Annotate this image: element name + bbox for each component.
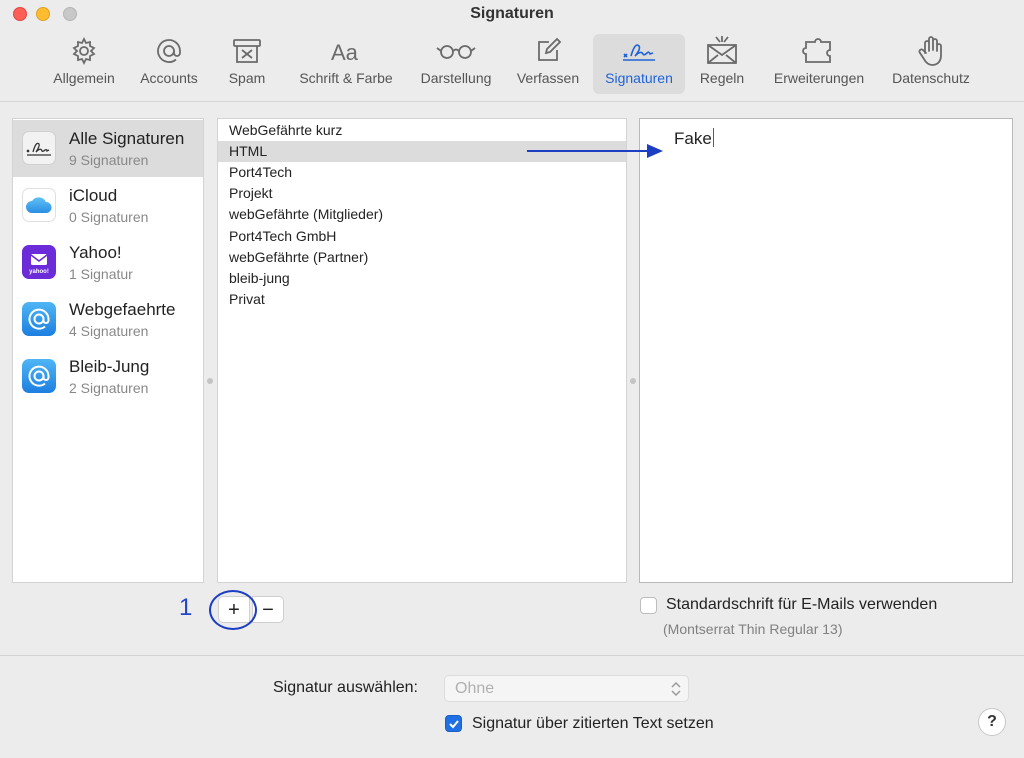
signature-icon bbox=[22, 131, 56, 165]
signature-icon bbox=[619, 34, 659, 68]
account-name: Bleib-Jung bbox=[69, 357, 150, 376]
gear-icon bbox=[69, 34, 99, 68]
standard-font-checkbox[interactable] bbox=[640, 597, 657, 614]
annotation-arrow bbox=[527, 144, 663, 158]
rules-envelope-icon bbox=[705, 34, 739, 68]
standard-font-label: Standardschrift für E-Mails verwenden bbox=[666, 596, 938, 613]
tab-label: Accounts bbox=[140, 70, 198, 86]
tab-label: Darstellung bbox=[420, 70, 492, 86]
splitter-handle[interactable] bbox=[630, 378, 636, 384]
text-caret bbox=[712, 128, 714, 147]
signature-row[interactable]: Port4Tech GmbH bbox=[218, 226, 626, 247]
signature-row[interactable]: Projekt bbox=[218, 183, 626, 204]
signatures-list: WebGefährte kurz HTML Port4Tech Projekt … bbox=[217, 118, 627, 583]
accounts-list: Alle Signaturen 9 Signaturen iCloud 0 Si… bbox=[12, 118, 204, 583]
checkmark-icon bbox=[448, 719, 459, 728]
svg-text:yahoo!: yahoo! bbox=[29, 269, 49, 275]
account-signature-count: 1 Signatur bbox=[69, 266, 133, 282]
account-row-alle-signaturen[interactable]: Alle Signaturen 9 Signaturen bbox=[13, 120, 203, 177]
yahoo-mail-icon: yahoo! bbox=[22, 245, 56, 279]
help-button[interactable]: ? bbox=[978, 708, 1006, 736]
at-sign-icon bbox=[154, 34, 184, 68]
account-row-bleib-jung[interactable]: Bleib-Jung 2 Signaturen bbox=[13, 348, 203, 405]
junk-tray-icon bbox=[231, 34, 263, 68]
tab-signaturen[interactable]: Signaturen bbox=[593, 34, 685, 94]
preview-content[interactable]: Fake bbox=[674, 128, 714, 149]
account-row-icloud[interactable]: iCloud 0 Signaturen bbox=[13, 177, 203, 234]
font-aa-icon: Aa bbox=[328, 34, 364, 68]
icloud-icon bbox=[22, 188, 56, 222]
tab-label: Erweiterungen bbox=[773, 70, 865, 86]
splitter-handle[interactable] bbox=[207, 378, 213, 384]
account-name: Alle Signaturen bbox=[69, 129, 185, 148]
select-signature-value: Ohne bbox=[455, 680, 495, 697]
at-mail-icon bbox=[22, 359, 56, 393]
signature-preview[interactable]: Fake bbox=[639, 118, 1013, 583]
account-signature-count: 2 Signaturen bbox=[69, 380, 149, 396]
glasses-icon bbox=[435, 34, 477, 68]
tab-label: Allgemein bbox=[53, 70, 115, 86]
account-row-yahoo[interactable]: yahoo! Yahoo! 1 Signatur bbox=[13, 234, 203, 291]
tab-erweiterungen[interactable]: Erweiterungen bbox=[764, 34, 874, 94]
quote-signature-checkbox[interactable] bbox=[445, 715, 462, 732]
account-name: Webgefaehrte bbox=[69, 300, 176, 319]
annotation-circle bbox=[209, 590, 257, 630]
tab-spam[interactable]: Spam bbox=[222, 34, 272, 94]
account-signature-count: 0 Signaturen bbox=[69, 209, 149, 225]
tab-label: Regeln bbox=[699, 70, 745, 86]
select-signature-dropdown[interactable]: Ohne bbox=[444, 675, 689, 702]
tab-verfassen[interactable]: Verfassen bbox=[510, 34, 586, 94]
tab-darstellung[interactable]: Darstellung bbox=[414, 34, 498, 94]
window-title: Signaturen bbox=[470, 5, 554, 22]
account-name: iCloud bbox=[69, 186, 118, 205]
account-signature-count: 9 Signaturen bbox=[69, 152, 149, 168]
account-name: Yahoo! bbox=[69, 243, 122, 262]
account-row-webgefaehrte[interactable]: Webgefaehrte 4 Signaturen bbox=[13, 291, 203, 348]
tab-allgemein[interactable]: Allgemein bbox=[48, 34, 120, 94]
hand-icon bbox=[916, 34, 946, 68]
tab-label: Spam bbox=[228, 70, 266, 86]
tab-schrift-farbe[interactable]: Aa Schrift & Farbe bbox=[290, 34, 402, 94]
chevron-up-down-icon bbox=[671, 681, 681, 697]
signature-row[interactable]: Privat bbox=[218, 289, 626, 310]
tab-regeln[interactable]: Regeln bbox=[694, 34, 750, 94]
puzzle-icon bbox=[802, 34, 836, 68]
window-toolbar: Signaturen Allgemein Accounts Spam Aa Sc… bbox=[0, 0, 1024, 102]
svg-text:Aa: Aa bbox=[331, 40, 359, 65]
standard-font-detail: (Montserrat Thin Regular 13) bbox=[663, 621, 843, 637]
compose-icon bbox=[533, 34, 563, 68]
select-signature-label: Signatur auswählen: bbox=[273, 679, 418, 696]
signature-row[interactable]: Port4Tech bbox=[218, 162, 626, 183]
tab-label: Verfassen bbox=[516, 70, 580, 86]
tab-label: Datenschutz bbox=[892, 70, 970, 86]
at-mail-icon bbox=[22, 302, 56, 336]
tab-label: Schrift & Farbe bbox=[299, 70, 393, 86]
account-signature-count: 4 Signaturen bbox=[69, 323, 149, 339]
signature-row[interactable]: webGefährte (Partner) bbox=[218, 247, 626, 268]
preview-text: Fake bbox=[674, 129, 712, 148]
tab-datenschutz[interactable]: Datenschutz bbox=[884, 34, 978, 94]
signature-row[interactable]: WebGefährte kurz bbox=[218, 120, 626, 141]
tab-label: Signaturen bbox=[605, 70, 673, 86]
signature-row[interactable]: webGefährte (Mitglieder) bbox=[218, 204, 626, 225]
signature-row[interactable]: bleib-jung bbox=[218, 268, 626, 289]
quote-signature-label: Signatur über zitierten Text setzen bbox=[472, 715, 714, 732]
tab-accounts[interactable]: Accounts bbox=[134, 34, 204, 94]
annotation-step-number: 1 bbox=[179, 594, 193, 621]
divider bbox=[0, 655, 1024, 656]
